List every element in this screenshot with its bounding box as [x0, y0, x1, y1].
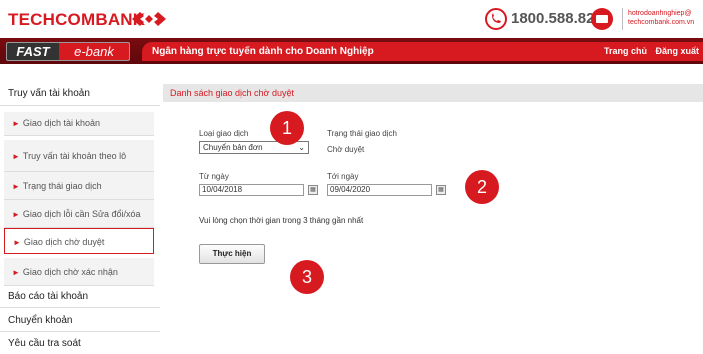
hotline-number[interactable]: 1800.588.822	[511, 10, 603, 27]
arrow-right-icon: ►	[12, 152, 20, 161]
from-date-input[interactable]: 10/04/2018	[199, 184, 304, 196]
transaction-type-value: Chuyển bản đơn	[203, 143, 263, 152]
brand-logo-text: TECHCOMBANK	[8, 10, 146, 29]
sidebar-section-account-reports[interactable]: Báo cáo tài khoản	[0, 286, 160, 308]
transaction-status-label: Trạng thái giao dịch	[327, 129, 397, 138]
sidebar-section-inquiry[interactable]: Yêu cầu tra soát	[0, 334, 160, 354]
calendar-icon[interactable]: ▦	[436, 185, 446, 195]
top-nav: Trang chủ Đăng xuất	[598, 42, 699, 61]
header-divider	[622, 8, 623, 30]
sidebar: Truy vấn tài khoản ► Giao dịch tài khoản …	[0, 82, 160, 354]
sidebar-section-account-query[interactable]: Truy vấn tài khoản	[0, 82, 160, 106]
phone-icon	[485, 8, 507, 30]
sidebar-item-label: Giao dịch chờ xác nhận	[22, 267, 118, 277]
contact-link[interactable]: hotrodoanhnghiep@ techcombank.com.vn	[628, 9, 694, 27]
brand-logo-icon	[132, 12, 166, 26]
sidebar-item-label: Giao dịch chờ duyệt	[23, 237, 105, 247]
to-date-input[interactable]: 09/04/2020	[327, 184, 432, 196]
sidebar-item-label: Giao dịch tài khoản	[22, 118, 100, 128]
submit-button[interactable]: Thực hiện	[199, 244, 265, 264]
sidebar-item-pending-confirmation[interactable]: ► Giao dịch chờ xác nhận	[4, 258, 154, 286]
callout-badge-3: 3	[290, 260, 324, 294]
calendar-icon[interactable]: ▦	[308, 185, 318, 195]
sidebar-item-label: Truy vấn tài khoản theo lô	[22, 151, 127, 161]
top-header: TECHCOMBANK 1800.588.822 hotrodoanhnghie…	[0, 0, 703, 38]
arrow-right-icon: ►	[13, 238, 21, 247]
logo-fast: FAST	[7, 43, 59, 60]
arrow-right-icon: ►	[12, 210, 20, 219]
transaction-type-label: Loại giao dịch	[199, 129, 249, 138]
sidebar-item-account-transactions[interactable]: ► Giao dịch tài khoản	[4, 112, 154, 136]
nav-home-link[interactable]: Trang chủ	[604, 46, 647, 56]
sidebar-item-transaction-status[interactable]: ► Trạng thái giao dịch	[4, 172, 154, 200]
fast-ebank-logo[interactable]: FAST e-bank	[6, 42, 130, 61]
arrow-right-icon: ►	[12, 119, 20, 128]
tagline-text: Ngân hàng trực tuyến dành cho Doanh Nghi…	[152, 46, 374, 57]
arrow-right-icon: ►	[12, 182, 20, 191]
date-range-note: Vui lòng chọn thời gian trong 3 tháng gầ…	[199, 216, 364, 225]
mail-icon[interactable]	[591, 8, 613, 30]
from-date-label: Từ ngày	[199, 172, 229, 181]
transaction-status-value: Chờ duyệt	[327, 145, 365, 154]
chevron-down-icon: ⌄	[298, 143, 305, 152]
sidebar-item-error-transactions[interactable]: ► Giao dịch lỗi cần Sửa đổi/xóa	[4, 200, 154, 228]
arrow-right-icon: ►	[12, 268, 20, 277]
callout-badge-1: 1	[270, 111, 304, 145]
to-date-label: Tới ngày	[327, 172, 359, 181]
callout-badge-2: 2	[465, 170, 499, 204]
contact-site: techcombank.com.vn	[628, 19, 695, 26]
page-title: Danh sách giao dịch chờ duyệt	[163, 84, 703, 102]
sidebar-item-label: Giao dịch lỗi cần Sửa đổi/xóa	[22, 209, 141, 219]
sidebar-section-transfer[interactable]: Chuyển khoản	[0, 310, 160, 332]
sidebar-item-batch-query[interactable]: ► Truy vấn tài khoản theo lô	[4, 140, 154, 172]
logo-ebank: e-bank	[59, 43, 129, 60]
sidebar-item-pending-approval[interactable]: ► Giao dịch chờ duyệt	[4, 228, 154, 254]
nav-logout-link[interactable]: Đăng xuất	[655, 46, 699, 56]
sidebar-item-label: Trạng thái giao dịch	[22, 181, 102, 191]
contact-email: hotrodoanhnghiep@	[628, 10, 692, 17]
tagline-bar: Ngân hàng trực tuyến dành cho Doanh Nghi…	[142, 42, 703, 61]
